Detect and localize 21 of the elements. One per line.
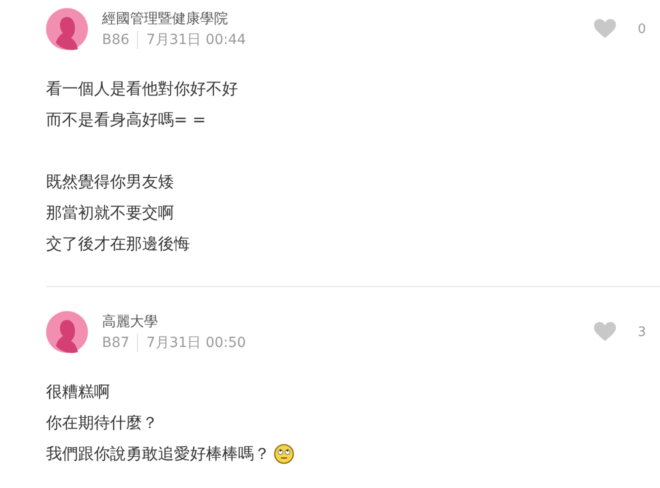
heart-icon[interactable] xyxy=(594,322,616,342)
author-name: 高麗大學 xyxy=(102,312,159,330)
like-count: 3 xyxy=(638,324,646,340)
comment-line: 看一個人是看他對你好不好 xyxy=(46,78,238,100)
avatar-icon xyxy=(46,8,88,50)
post-time: 7月31日 00:44 xyxy=(146,30,246,48)
comment-line: 你在期待什麼？ xyxy=(46,412,158,434)
comment-line: 而不是看身高好嗎= = xyxy=(46,109,206,131)
emoji-icon xyxy=(274,444,294,464)
comment-line: 我們跟你說勇敢追愛好棒棒嗎？ xyxy=(46,443,270,465)
floor-number: B86 xyxy=(102,30,138,48)
avatar-icon xyxy=(46,311,88,353)
comment-line: 那當初就不要交啊 xyxy=(46,202,174,224)
comment-line: 既然覺得你男友矮 xyxy=(46,171,174,193)
comment-line: 交了後才在那邊後悔 xyxy=(46,233,190,255)
like-count: 0 xyxy=(638,22,646,36)
heart-icon[interactable] xyxy=(594,19,616,39)
author-name: 經國管理暨健康學院 xyxy=(102,10,229,28)
comment-line: 很糟糕啊 xyxy=(46,381,110,403)
floor-number: B87 xyxy=(102,334,138,352)
post-time: 7月31日 00:50 xyxy=(146,334,246,352)
